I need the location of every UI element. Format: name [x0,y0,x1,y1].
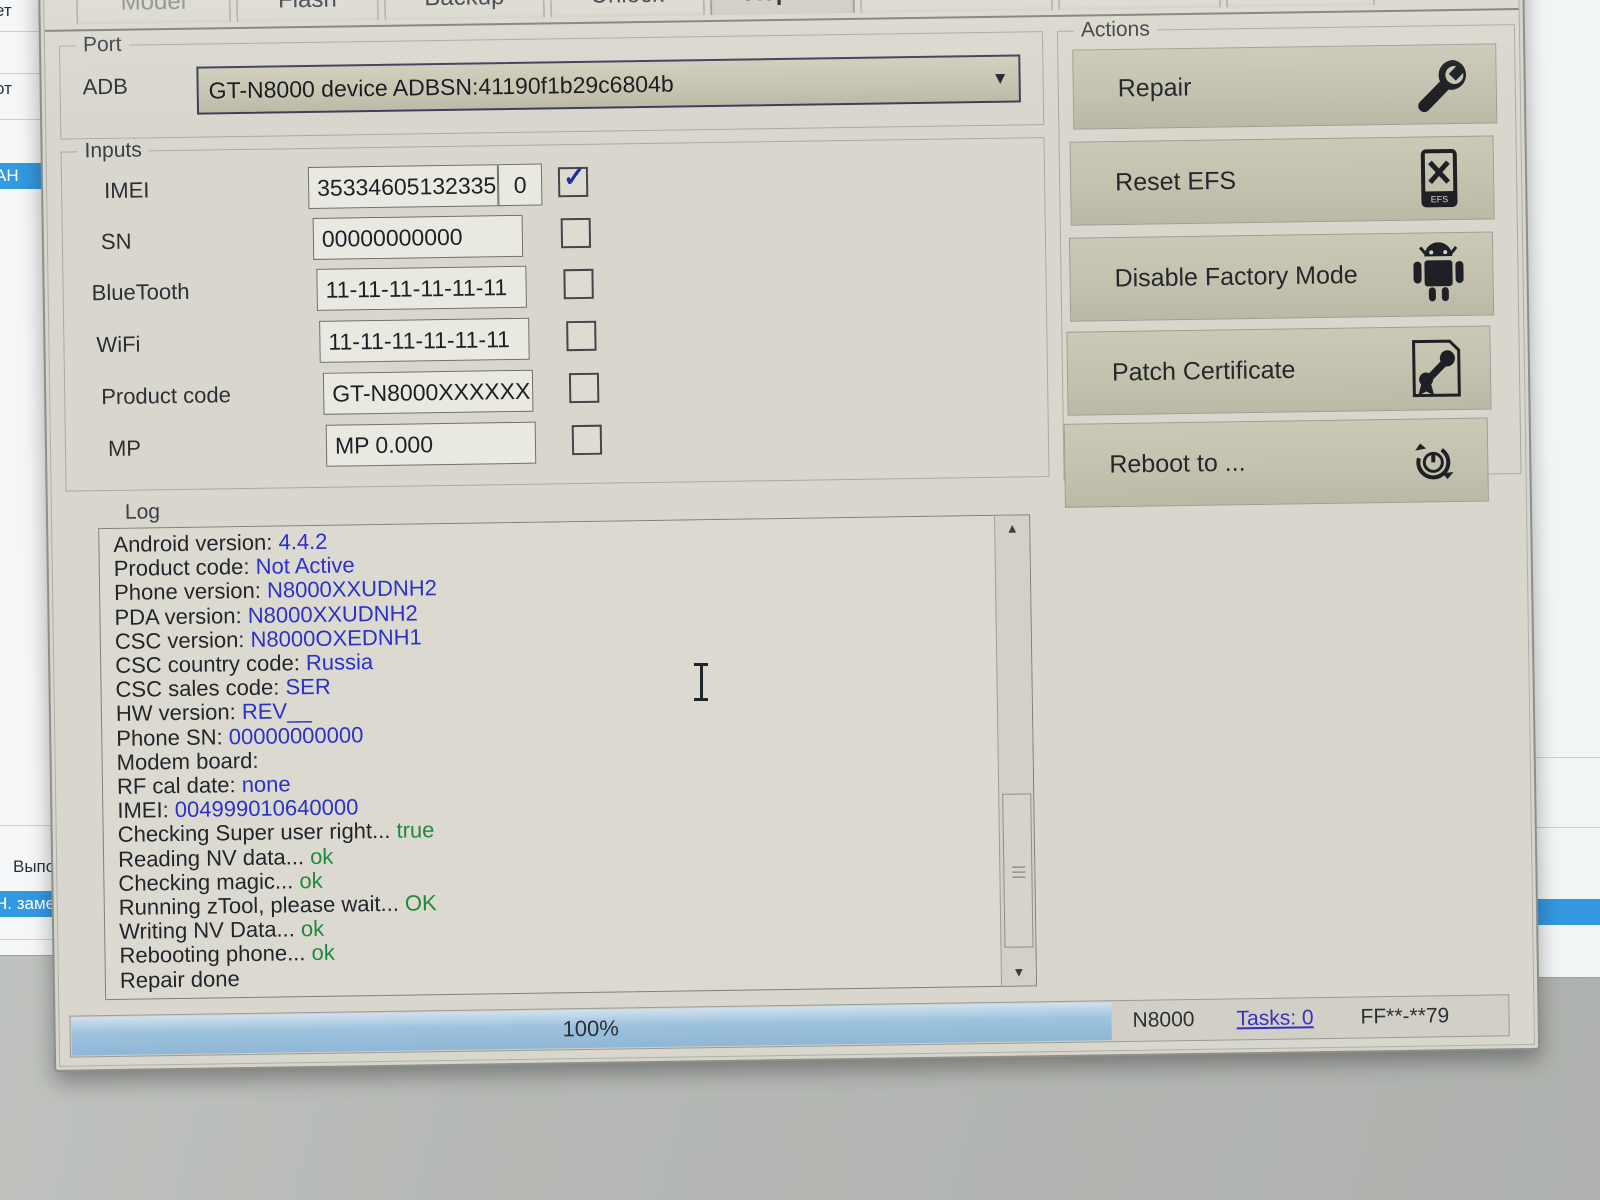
imei-input[interactable]: 35334605132335 [307,164,499,210]
log-scrollbar[interactable]: ▲ ▼ [994,515,1037,986]
sn-input[interactable]: 00000000000 [312,214,524,260]
chevron-down-icon[interactable]: ▼ [991,57,1009,101]
scroll-up-icon[interactable]: ▲ [995,515,1030,542]
reset-efs-button-label: Reset EFS [1114,166,1237,197]
background-label-bottom: Выпо [13,857,56,876]
sn-checkbox[interactable] [560,217,592,249]
port-group: Port ADB GT-N8000 device ADBSN:41190f1b2… [59,31,1045,140]
adb-label: ADB [82,73,129,100]
reset-efs-button[interactable]: Reset EFS EFS [1069,135,1495,226]
background-text-2: от [0,79,12,98]
reboot-to-button[interactable]: Reboot to ... [1063,417,1489,508]
mp-input[interactable]: MP 0.000 [325,421,537,467]
tab-downloads[interactable]: Downloads [859,0,1053,13]
product-code-input[interactable]: GT-N8000XXXXXX [322,369,534,415]
mp-checkbox[interactable] [571,424,603,456]
status-tasks-link[interactable]: Tasks: 0 [1236,998,1314,1039]
inputs-group: Inputs IMEI 35334605132335 0 ✓ SN 000000… [60,137,1050,492]
text-cursor-icon [694,663,708,701]
bluetooth-input[interactable]: 11-11-11-11-11-11 [316,265,527,311]
tab-backup[interactable]: Backup [383,0,545,20]
tab-settings[interactable]: Settings [1057,0,1221,10]
product-code-label: Product code [101,382,232,410]
tab-model[interactable]: Model [75,0,231,25]
bluetooth-label: BlueTooth [91,278,190,306]
adb-device-value: GT-N8000 device ADBSN:41190f1b29c6804b [208,70,674,104]
svg-text:EFS: EFS [1431,194,1449,204]
product-code-checkbox[interactable] [568,372,600,404]
log-output[interactable]: Android version: 4.4.2 Product code: Not … [98,514,1038,1001]
status-license: FF**-**79 [1360,1004,1450,1029]
wrench-icon [1409,52,1474,117]
tab-flash[interactable]: Flash [235,0,379,23]
disable-factory-mode-button[interactable]: Disable Factory Mode [1068,231,1495,322]
log-lines: Android version: 4.4.2 Product code: Not … [113,520,984,993]
patch-certificate-button-label: Patch Certificate [1111,355,1296,387]
application-window: Model Flash Backup Unlock Repair Downloa… [38,0,1541,1072]
wifi-input[interactable]: 11-11-11-11-11-11 [319,317,530,363]
tab-unlock[interactable]: Unlock [549,0,705,18]
actions-group: Actions Repair Reset EFS EFS Disable Fac… [1056,17,1522,508]
disable-factory-mode-button-label: Disable Factory Mode [1114,260,1358,293]
certificate-wrench-icon [1403,336,1468,401]
inputs-group-label: Inputs [77,138,149,164]
repair-button[interactable]: Repair [1072,43,1498,130]
tab-history[interactable]: History [1225,0,1375,8]
power-reboot-icon [1401,428,1466,493]
status-model: N8000 [1132,1007,1195,1032]
imei-checkdigit-input[interactable]: 0 [497,163,543,207]
bluetooth-checkbox[interactable] [563,268,594,300]
imei-label: IMEI [103,177,150,204]
scroll-down-icon[interactable]: ▼ [1001,959,1037,986]
actions-group-label: Actions [1073,17,1157,43]
repair-button-label: Repair [1117,73,1192,103]
tab-repair[interactable]: Repair [709,0,855,16]
log-group-label: Log [117,500,168,525]
reboot-to-button-label: Reboot to ... [1109,448,1246,479]
phone-x-efs-icon: EFS [1407,146,1472,211]
patch-certificate-button[interactable]: Patch Certificate [1066,325,1492,416]
scrollbar-thumb[interactable] [1002,793,1034,948]
check-icon: ✓ [562,161,586,193]
android-robot-icon [1406,242,1471,307]
imei-checkbox[interactable]: ✓ [557,162,589,198]
wifi-label: WiFi [96,331,141,358]
progress-label: 100% [562,1015,619,1042]
port-group-label: Port [75,32,129,58]
mp-label: MP [107,435,142,462]
background-text-1: ет [0,1,12,20]
status-bar: 100% N8000 Tasks: 0 FF**-**79 [69,994,1510,1058]
wifi-checkbox[interactable] [566,320,597,352]
sn-label: SN [100,228,132,255]
adb-device-select[interactable]: GT-N8000 device ADBSN:41190f1b29c6804b ▼ [196,54,1021,115]
